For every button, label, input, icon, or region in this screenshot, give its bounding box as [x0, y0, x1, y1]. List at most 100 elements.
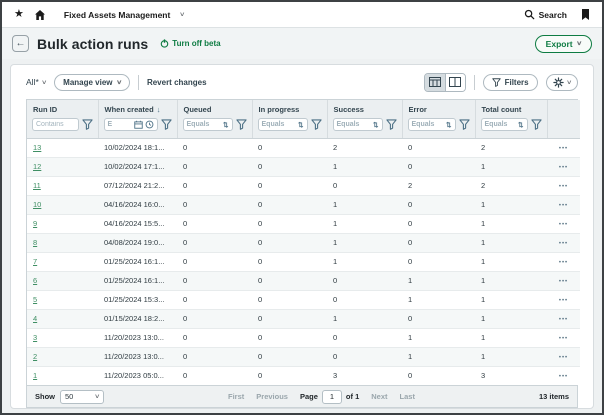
queued-cell: 0 [177, 252, 252, 271]
row-actions-button[interactable]: ••• [559, 279, 568, 285]
row-actions-button[interactable]: ••• [559, 165, 568, 171]
success-filter-select[interactable]: Equals⇅ [333, 118, 383, 131]
run-id-link[interactable]: 2 [33, 352, 37, 361]
run-id-link[interactable]: 6 [33, 276, 37, 285]
previous-page-button[interactable]: Previous [256, 392, 288, 401]
total-count-cell: 1 [475, 252, 547, 271]
when-created-cell: 11/20/2023 13:0... [98, 328, 177, 347]
run-id-link[interactable]: 5 [33, 295, 37, 304]
total-count-cell: 1 [475, 290, 547, 309]
col-header-run-id[interactable]: Run ID [27, 100, 98, 116]
row-actions-button[interactable]: ••• [559, 241, 568, 247]
col-header-total-count[interactable]: Total count [475, 100, 547, 116]
table-row: 1 11/20/2023 05:0... 0 0 3 0 3 ••• [27, 366, 580, 385]
filters-button[interactable]: Filters [483, 74, 538, 91]
column-view-button[interactable] [445, 74, 465, 91]
run-id-link[interactable]: 4 [33, 314, 37, 323]
select-value: Equals [485, 121, 508, 128]
in-progress-cell: 0 [252, 176, 327, 195]
turn-off-beta-toggle[interactable]: Turn off beta [160, 39, 220, 48]
filter-funnel-icon[interactable] [236, 119, 247, 130]
last-page-button[interactable]: Last [400, 392, 415, 401]
sort-desc-icon[interactable]: ↓ [157, 105, 161, 114]
chevron-down-icon[interactable]: ∨ [179, 11, 185, 18]
page-number-input[interactable] [322, 390, 342, 404]
page-size-select[interactable]: 50 ∨ [60, 390, 104, 404]
in-progress-filter-select[interactable]: Equals⇅ [258, 118, 308, 131]
header-filter-row: E Equals ⇅ [27, 116, 580, 138]
run-id-filter-input[interactable] [36, 121, 75, 128]
col-header-in-progress[interactable]: In progress [252, 100, 327, 116]
run-id-link[interactable]: 7 [33, 257, 37, 266]
row-actions-button[interactable]: ••• [559, 336, 568, 342]
error-cell: 2 [402, 176, 475, 195]
calendar-icon[interactable] [134, 120, 143, 129]
table-row: 7 01/25/2024 16:1... 0 0 1 0 1 ••• [27, 252, 580, 271]
select-arrows-icon: ⇅ [373, 121, 378, 129]
row-actions-button[interactable]: ••• [559, 222, 568, 228]
error-cell: 0 [402, 366, 475, 385]
revert-changes-link[interactable]: Revert changes [147, 78, 207, 87]
run-id-link[interactable]: 3 [33, 333, 37, 342]
error-cell: 0 [402, 252, 475, 271]
when-created-cell: 01/15/2024 18:2... [98, 309, 177, 328]
row-actions-button[interactable]: ••• [559, 298, 568, 304]
row-actions-button[interactable]: ••• [559, 146, 568, 152]
run-id-link[interactable]: 9 [33, 219, 37, 228]
row-actions-button[interactable]: ••• [559, 260, 568, 266]
table-view-button[interactable] [425, 74, 445, 91]
when-created-cell: 10/02/2024 18:1... [98, 138, 177, 157]
search-label: Search [539, 10, 567, 20]
run-id-link[interactable]: 12 [33, 162, 41, 171]
col-header-queued[interactable]: Queued [177, 100, 252, 116]
total-count-filter-select[interactable]: Equals ⇅ [481, 118, 528, 131]
row-actions-button[interactable]: ••• [559, 203, 568, 209]
back-button[interactable]: ← [12, 35, 29, 52]
run-id-link[interactable]: 8 [33, 238, 37, 247]
first-page-button[interactable]: First [228, 392, 244, 401]
settings-button[interactable]: ∨ [546, 74, 578, 91]
total-count-cell: 1 [475, 271, 547, 290]
col-header-when-created[interactable]: When created↓ [98, 100, 177, 116]
row-actions-button[interactable]: ••• [559, 355, 568, 361]
row-actions-button[interactable]: ••• [559, 317, 568, 323]
col-header-success[interactable]: Success [327, 100, 402, 116]
run-id-link[interactable]: 1 [33, 371, 37, 380]
queued-cell: 0 [177, 309, 252, 328]
table-row: 9 04/16/2024 15:5... 0 0 1 0 1 ••• [27, 214, 580, 233]
home-icon[interactable] [34, 9, 46, 21]
clock-icon[interactable] [145, 120, 154, 129]
chevron-down-icon: ∨ [116, 79, 122, 86]
filter-funnel-icon[interactable] [311, 119, 322, 130]
error-filter-select[interactable]: Equals⇅ [408, 118, 456, 131]
run-id-link[interactable]: 10 [33, 200, 41, 209]
when-created-filter-input[interactable]: E [104, 118, 158, 131]
row-actions-button[interactable]: ••• [559, 374, 568, 380]
select-arrows-icon: ⇅ [518, 121, 523, 129]
success-cell: 1 [327, 195, 402, 214]
total-count-cell: 1 [475, 214, 547, 233]
favorite-star-icon[interactable]: ★ [14, 9, 24, 20]
run-id-link[interactable]: 11 [33, 181, 41, 190]
search-button[interactable]: Search [524, 9, 567, 20]
app-switcher[interactable]: Fixed Assets Management [64, 10, 170, 20]
bookmark-icon[interactable] [581, 9, 590, 20]
error-cell: 1 [402, 328, 475, 347]
gear-icon [553, 77, 564, 88]
manage-view-button[interactable]: Manage view ∨ [54, 74, 130, 91]
filter-funnel-icon[interactable] [531, 119, 542, 130]
view-selector-dropdown[interactable]: All* ∨ [26, 77, 46, 87]
export-button[interactable]: Export ∨ [535, 35, 592, 53]
col-label: Error [409, 105, 427, 114]
filter-funnel-icon[interactable] [82, 119, 93, 130]
next-page-button[interactable]: Next [371, 392, 387, 401]
filter-funnel-icon[interactable] [161, 119, 172, 130]
run-id-link[interactable]: 13 [33, 143, 41, 152]
table-row: 5 01/25/2024 15:3... 0 0 0 1 1 ••• [27, 290, 580, 309]
row-actions-button[interactable]: ••• [559, 184, 568, 190]
queued-filter-select[interactable]: Equals⇅ [183, 118, 233, 131]
col-header-error[interactable]: Error [402, 100, 475, 116]
filter-funnel-icon[interactable] [459, 119, 470, 130]
filter-funnel-icon[interactable] [386, 119, 397, 130]
queued-cell: 0 [177, 233, 252, 252]
